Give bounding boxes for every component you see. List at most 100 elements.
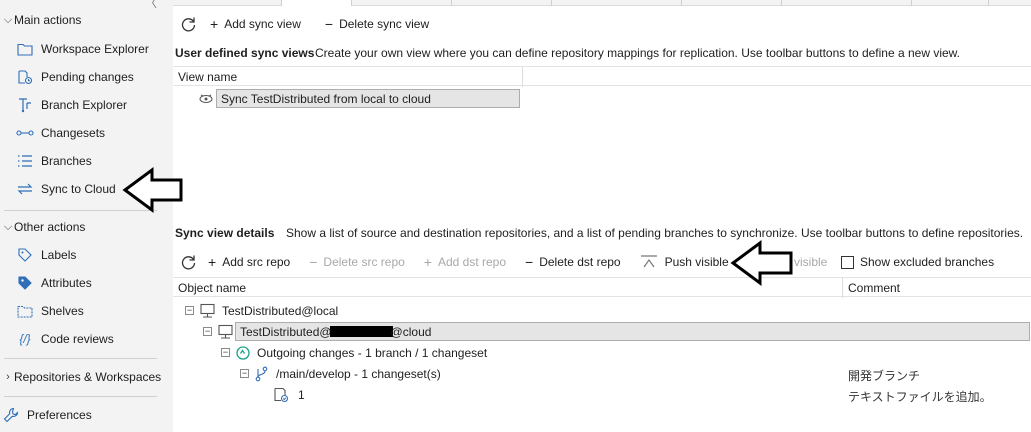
refresh-button[interactable] bbox=[180, 254, 197, 271]
sidebar-item-label: Workspace Explorer bbox=[41, 42, 149, 56]
sidebar-item-pending-changes[interactable]: Pending changes bbox=[16, 66, 134, 88]
sidebar-item-label: Branch Explorer bbox=[41, 98, 128, 112]
delete-sync-view-button[interactable]: − Delete sync view bbox=[325, 17, 429, 31]
minus-icon: − bbox=[309, 254, 318, 270]
sidebar-item-label: Sync to Cloud bbox=[41, 182, 116, 196]
add-dst-repo-label: Add dst repo bbox=[437, 255, 507, 269]
tree-row-src-repo[interactable]: − TestDistributed@local bbox=[185, 300, 338, 321]
sidebar-item-sync-to-cloud[interactable]: Sync to Cloud bbox=[16, 178, 116, 200]
sidebar-item-branch-explorer[interactable]: Branch Explorer bbox=[16, 94, 127, 116]
dst-repo-selection[interactable]: TestDistributed@ @cloud bbox=[235, 322, 1030, 341]
sidebar-item-workspace-explorer[interactable]: Workspace Explorer bbox=[16, 38, 149, 60]
changeset-id: 1 bbox=[298, 387, 305, 402]
sidebar-item-label: Preferences bbox=[27, 408, 92, 422]
sidebar-collapse-icon[interactable]: 〈 bbox=[145, 0, 157, 11]
sidebar-item-preferences[interactable]: Preferences bbox=[2, 404, 92, 426]
column-header-object-name[interactable]: Object name bbox=[173, 278, 246, 298]
changeset-comment: テキストファイルを追加。 bbox=[848, 390, 992, 404]
src-repo-name: TestDistributed@local bbox=[222, 303, 339, 318]
add-sync-view-label: Add sync view bbox=[224, 17, 301, 31]
tab-divider bbox=[781, 0, 782, 6]
user-views-grid-header: View name bbox=[173, 66, 1031, 87]
column-divider[interactable] bbox=[522, 67, 523, 87]
outgoing-changes-label: Outgoing changes - 1 branch / 1 changese… bbox=[257, 345, 488, 360]
sidebar-item-changesets[interactable]: Changesets bbox=[16, 122, 105, 144]
delete-src-repo-button[interactable]: − Delete src repo bbox=[309, 255, 405, 269]
branch-icon bbox=[255, 366, 268, 381]
column-header-comment[interactable]: Comment bbox=[843, 278, 900, 298]
sidebar-item-label: Branches bbox=[41, 154, 92, 168]
details-toolbar: + Add src repo − Delete src repo + Add d… bbox=[180, 251, 729, 273]
collapse-toggle[interactable]: − bbox=[221, 348, 230, 357]
add-sync-view-button[interactable]: + Add sync view bbox=[210, 17, 301, 31]
user-views-title: User defined sync views bbox=[175, 46, 315, 60]
sync-view-icon bbox=[198, 92, 216, 106]
sidebar-item-label: Labels bbox=[41, 248, 77, 262]
repositories-workspaces-header[interactable]: › Repositories & Workspaces bbox=[0, 370, 161, 384]
tab-divider bbox=[681, 0, 682, 6]
plus-icon: + bbox=[210, 16, 219, 32]
plus-icon: + bbox=[208, 254, 217, 270]
branch-comment: 開発ブランチ bbox=[848, 369, 921, 383]
collapse-toggle[interactable]: − bbox=[185, 306, 194, 315]
dst-repo-name-prefix: TestDistributed@ bbox=[240, 324, 332, 339]
sidebar-item-branches[interactable]: Branches bbox=[16, 150, 92, 172]
sync-view-name[interactable]: Sync TestDistributed from local to cloud bbox=[216, 89, 520, 108]
collapse-toggle[interactable]: − bbox=[203, 327, 212, 336]
tree-row-outgoing[interactable]: − Outgoing changes - 1 branch / 1 change… bbox=[221, 342, 487, 363]
push-visible-button[interactable]: Push visible bbox=[639, 254, 729, 270]
show-excluded-branches-label: Show excluded branches bbox=[860, 255, 995, 269]
active-tab[interactable] bbox=[281, 0, 351, 6]
branch-explorer-icon bbox=[16, 97, 34, 113]
attributes-tag-icon bbox=[16, 275, 34, 291]
delete-dst-repo-label: Delete dst repo bbox=[539, 255, 621, 269]
folder-icon bbox=[16, 41, 34, 57]
sync-icon bbox=[16, 181, 34, 197]
sidebar-item-label: Pending changes bbox=[41, 70, 134, 84]
sidebar-item-shelves[interactable]: Shelves bbox=[16, 300, 84, 322]
redacted-block bbox=[329, 326, 393, 337]
main-actions-header[interactable]: ⌵ Main actions bbox=[0, 13, 82, 27]
add-src-repo-button[interactable]: + Add src repo bbox=[208, 255, 290, 269]
sidebar-divider bbox=[4, 396, 157, 397]
tab-divider bbox=[551, 0, 552, 6]
shelves-icon bbox=[16, 303, 34, 319]
delete-sync-view-label: Delete sync view bbox=[339, 17, 430, 31]
pull-visible-button[interactable]: visible bbox=[794, 255, 827, 269]
sync-views-toolbar: + Add sync view − Delete sync view bbox=[180, 13, 429, 35]
code-review-icon: {/} bbox=[19, 332, 31, 346]
other-actions-header[interactable]: ⌵ Other actions bbox=[0, 220, 86, 234]
show-excluded-branches-checkbox[interactable] bbox=[841, 255, 854, 269]
tab-divider bbox=[451, 0, 452, 6]
sidebar-item-labels[interactable]: Labels bbox=[16, 244, 76, 266]
delete-dst-repo-button[interactable]: − Delete dst repo bbox=[525, 255, 621, 269]
collapse-toggle[interactable]: − bbox=[240, 369, 249, 378]
repositories-workspaces-label: Repositories & Workspaces bbox=[14, 370, 162, 384]
tree-row-changeset[interactable]: 1 bbox=[273, 384, 305, 405]
sidebar-item-attributes[interactable]: Attributes bbox=[16, 272, 92, 294]
tree-row-branch[interactable]: − /main/develop - 1 changeset(s) bbox=[240, 363, 441, 384]
chevron-right-icon: › bbox=[6, 371, 10, 383]
changesets-icon bbox=[16, 125, 34, 141]
wrench-icon bbox=[2, 407, 20, 423]
details-description: Show a list of source and destination re… bbox=[286, 226, 1024, 240]
push-icon bbox=[640, 255, 657, 268]
refresh-button[interactable] bbox=[180, 16, 197, 33]
pending-changes-icon bbox=[16, 69, 34, 85]
push-visible-label: Push visible bbox=[664, 255, 729, 269]
minus-icon: − bbox=[324, 16, 334, 32]
sidebar-item-label: Shelves bbox=[41, 304, 84, 318]
show-excluded-branches-toggle[interactable]: Show excluded branches bbox=[841, 251, 994, 273]
column-header-view-name[interactable]: View name bbox=[173, 67, 237, 87]
outgoing-changes-icon bbox=[236, 345, 250, 360]
table-row[interactable]: Sync TestDistributed from local to cloud bbox=[198, 88, 520, 109]
tab-divider bbox=[988, 0, 989, 6]
tab-divider bbox=[281, 0, 282, 6]
sidebar-divider bbox=[4, 358, 157, 359]
dst-repo-name-suffix: @cloud bbox=[390, 324, 432, 339]
add-dst-repo-button[interactable]: + Add dst repo bbox=[424, 255, 506, 269]
tree-row-dst-repo[interactable]: − TestDistributed@ @cloud bbox=[203, 321, 1030, 342]
repository-icon bbox=[200, 303, 215, 318]
sidebar-item-code-reviews[interactable]: {/} Code reviews bbox=[16, 328, 113, 350]
details-grid-header: Object name Comment bbox=[173, 277, 1031, 298]
